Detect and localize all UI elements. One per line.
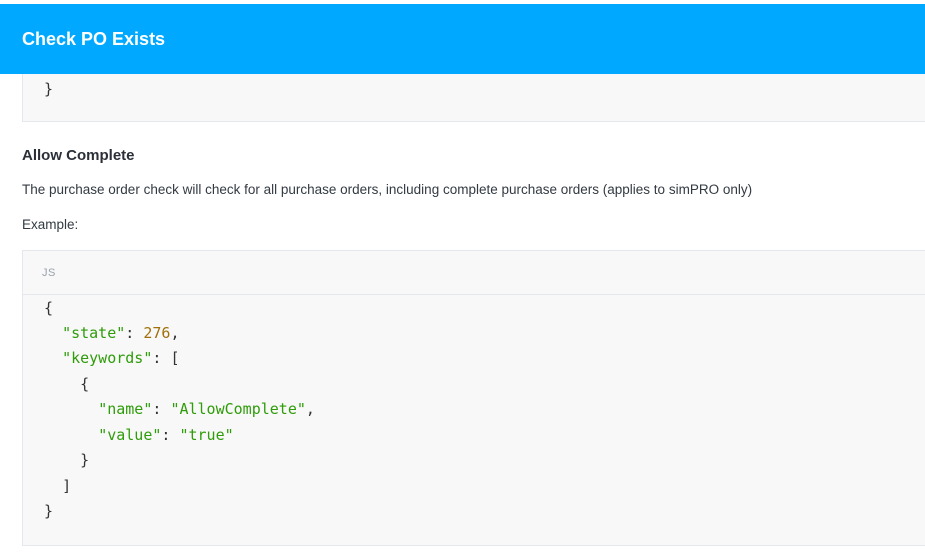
code-line: { [44, 298, 53, 318]
code-line: "name": "AllowComplete", [44, 399, 315, 419]
code-token: 276 [143, 324, 171, 342]
page-header: Check PO Exists [0, 4, 925, 74]
code-token: "AllowComplete" [170, 400, 306, 418]
code-token: { [80, 375, 90, 393]
code-token: ] [62, 477, 72, 495]
code-token: , [305, 400, 315, 418]
code-token: : [125, 324, 144, 342]
section-heading: Allow Complete [22, 147, 135, 164]
code-line: "state": 276, [44, 323, 179, 343]
previous-code-block: } [22, 74, 925, 122]
code-token: } [44, 502, 54, 520]
code-token: "value" [98, 426, 162, 444]
code-token: : [161, 426, 180, 444]
code-token: } [80, 451, 90, 469]
code-token: "name" [98, 400, 153, 418]
code-line: "value": "true" [44, 425, 234, 445]
example-code-block[interactable]: JS { "state": 276, "keywords": [ { "name… [22, 250, 925, 546]
code-line: } [44, 450, 89, 470]
code-language-bar: JS [23, 251, 925, 295]
page-title: Check PO Exists [22, 28, 166, 49]
code-token: [ [170, 349, 180, 367]
code-line: } [44, 80, 54, 98]
code-line: { [44, 374, 89, 394]
section-description: The purchase order check will check for … [22, 182, 753, 197]
code-line: } [44, 501, 53, 521]
code-token: { [44, 299, 54, 317]
code-token: "state" [62, 324, 126, 342]
code-line: "keywords": [ [44, 348, 179, 368]
code-token: , [170, 324, 180, 342]
code-token: "keywords" [62, 349, 153, 367]
example-label: Example: [22, 217, 79, 232]
code-language-label: JS [42, 266, 56, 279]
code-line: ] [44, 476, 71, 496]
code-token: : [152, 400, 171, 418]
code-token: : [152, 349, 171, 367]
code-token: "true" [179, 426, 234, 444]
